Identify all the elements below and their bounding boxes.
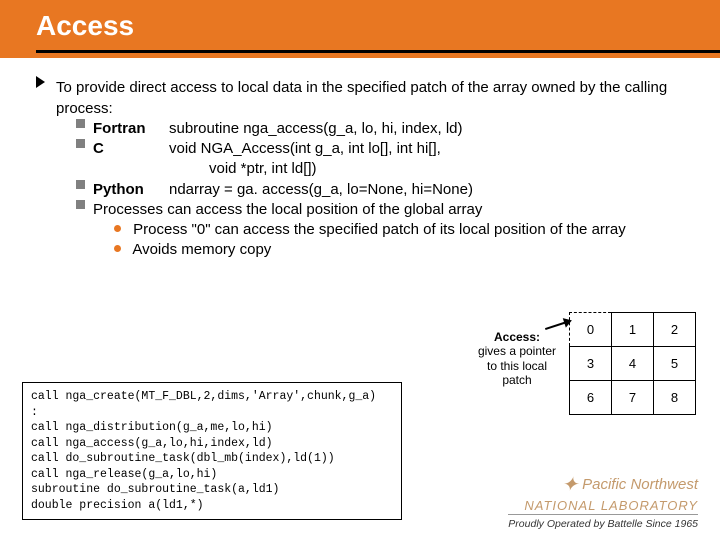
square-bullet-icon xyxy=(76,139,85,148)
code-line: : xyxy=(31,405,393,421)
code-sample-box: call nga_create(MT_F_DBL,2,dims,'Array',… xyxy=(22,382,402,520)
slide-header: Access xyxy=(0,0,720,58)
code-line: call nga_access(g_a,lo,hi,index,ld) xyxy=(31,436,393,452)
grid-cell-2: 2 xyxy=(654,313,696,347)
grid-cell-1: 1 xyxy=(612,313,654,347)
grid-cell-6: 6 xyxy=(570,381,612,415)
divider-line xyxy=(508,514,698,515)
grid-cell-3: 3 xyxy=(570,347,612,381)
code-line: double precision a(ld1,*) xyxy=(31,498,393,514)
grid-cell-7: 7 xyxy=(612,381,654,415)
code-line: subroutine do_subroutine_task(a,ld1) xyxy=(31,482,393,498)
c-signature-line1: void NGA_Access(int g_a, int lo[], int h… xyxy=(169,139,441,159)
code-line: call nga_release(g_a,lo,hi) xyxy=(31,467,393,483)
python-label: Python xyxy=(93,180,169,200)
code-line: call do_subroutine_task(dbl_mb(index),ld… xyxy=(31,451,393,467)
fortran-signature: subroutine nga_access(g_a, lo, hi, index… xyxy=(169,119,463,139)
avoid-copy-text: Avoids memory copy xyxy=(132,241,271,258)
square-bullet-icon xyxy=(76,200,85,209)
square-bullet-icon xyxy=(76,119,85,128)
patch-grid: 0 1 2 3 4 5 6 7 8 xyxy=(569,312,696,415)
c-label: C xyxy=(93,139,169,159)
code-line: call nga_distribution(g_a,me,lo,hi) xyxy=(31,420,393,436)
grid-cell-0: 0 xyxy=(570,313,612,347)
python-signature: ndarray = ga. access(g_a, lo=None, hi=No… xyxy=(169,180,473,200)
processes-line: Processes can access the local position … xyxy=(93,200,482,220)
arrow-icon xyxy=(545,320,570,330)
star-icon: ✦ xyxy=(561,472,578,497)
grid-cell-8: 8 xyxy=(654,381,696,415)
dot-bullet-icon xyxy=(114,245,121,252)
access-annotation: Access: gives a pointer to this local pa… xyxy=(472,330,562,388)
process-zero-text: Process "0" can access the specified pat… xyxy=(133,221,626,238)
grid-cell-5: 5 xyxy=(654,347,696,381)
dot-bullet-icon xyxy=(114,225,121,232)
c-signature-line2: void *ptr, int ld[]) xyxy=(209,159,692,179)
lab-logo-text: ✦Pacific Northwest NATIONAL LABORATORY xyxy=(508,472,698,514)
access-bold: Access: xyxy=(494,330,540,344)
slide-footer: ✦Pacific Northwest NATIONAL LABORATORY P… xyxy=(508,472,698,530)
slide-content: To provide direct access to local data i… xyxy=(0,58,720,261)
code-line: call nga_create(MT_F_DBL,2,dims,'Array',… xyxy=(31,389,393,405)
fortran-label: Fortran xyxy=(93,119,169,139)
title-underline xyxy=(36,50,720,53)
battelle-tagline: Proudly Operated by Battelle Since 1965 xyxy=(508,518,698,530)
access-rest: gives a pointer to this local patch xyxy=(478,344,556,387)
square-bullet-icon xyxy=(76,180,85,189)
slide-title: Access xyxy=(36,10,720,42)
main-bullet-text: To provide direct access to local data i… xyxy=(56,78,692,119)
grid-cell-4: 4 xyxy=(612,347,654,381)
triangle-bullet-icon xyxy=(36,76,45,88)
